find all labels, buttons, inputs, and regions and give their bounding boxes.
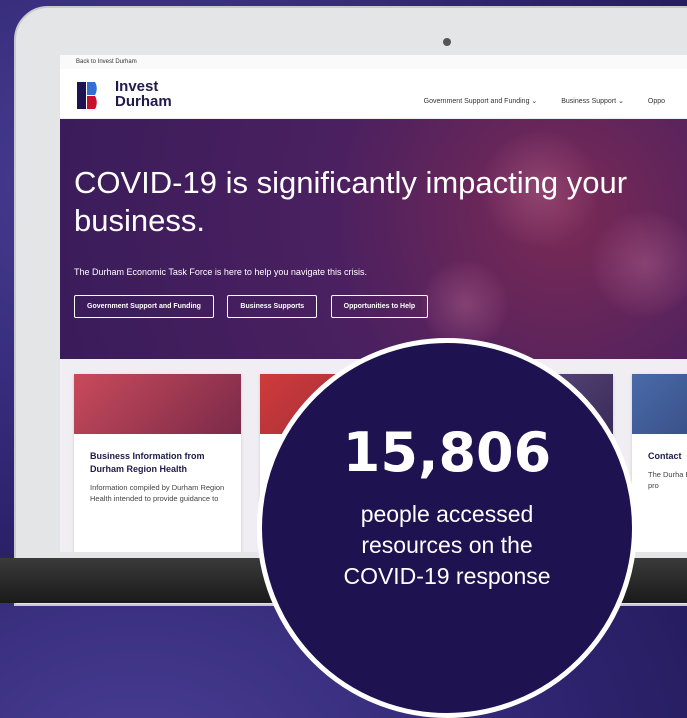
hero-title: COVID-19 is significantly impacting your…: [74, 165, 628, 238]
hero-banner: COVID-19 is significantly impacting your…: [60, 119, 687, 359]
hero-subtitle: The Durham Economic Task Force is here t…: [74, 267, 367, 277]
stat-number: 15,806: [342, 421, 552, 484]
hero-button-group: Government Support and Funding Business …: [74, 295, 437, 318]
stat-description: people accessed resources on the COVID-1…: [262, 499, 632, 592]
card-image: [632, 374, 687, 434]
stat-line-1: people accessed: [360, 501, 534, 527]
card-title[interactable]: Business Information from Durham Region …: [90, 450, 225, 476]
business-supports-button[interactable]: Business Supports: [227, 295, 318, 318]
site-header: Invest Durham Government Support and Fun…: [60, 69, 687, 119]
stat-bubble: 15,806 people accessed resources on the …: [257, 338, 637, 718]
card-image: [74, 374, 241, 434]
card-body: The Durha Force is he business. about pr…: [648, 470, 687, 490]
nav-item-opportunities[interactable]: Oppo: [648, 98, 665, 105]
stat-line-3: COVID-19 response: [343, 563, 551, 589]
webcam: [443, 38, 451, 46]
logo-line-1: Invest: [115, 78, 159, 95]
opportunities-button[interactable]: Opportunities to Help: [330, 295, 429, 318]
card-health-info[interactable]: Business Information from Durham Region …: [74, 374, 241, 552]
card-title[interactable]: Contact: [648, 450, 687, 463]
main-nav: Government Support and Funding ⌄ Busines…: [424, 97, 687, 105]
logo-text[interactable]: Invest Durham: [115, 79, 172, 109]
invest-durham-logo-icon[interactable]: [77, 82, 109, 109]
back-link[interactable]: Back to Invest Durham: [76, 59, 137, 65]
card-body: Information compiled by Durham Region He…: [90, 483, 225, 503]
logo-line-2: Durham: [115, 93, 172, 110]
card-contact[interactable]: Contact The Durha Force is he business. …: [632, 374, 687, 552]
nav-item-business-support[interactable]: Business Support ⌄: [561, 98, 624, 105]
government-support-button[interactable]: Government Support and Funding: [74, 295, 214, 318]
nav-item-government-support[interactable]: Government Support and Funding ⌄: [424, 98, 538, 105]
topbar: Back to Invest Durham: [60, 55, 687, 69]
stat-line-2: resources on the: [361, 532, 533, 558]
